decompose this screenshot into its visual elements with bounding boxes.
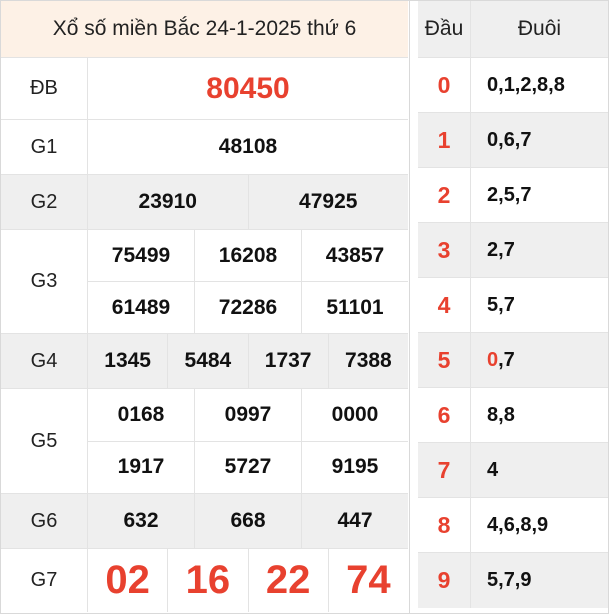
loto-row: 6 8, 8: [418, 388, 608, 443]
loto-duoi: 4, 6,8,9: [471, 498, 608, 552]
loto-duoi: 0, 6,7: [471, 113, 608, 167]
loto-duoi-rest: 7: [503, 293, 515, 316]
loto-duoi-rest: 5,7: [503, 183, 532, 206]
loto-dau: 9: [418, 553, 471, 608]
loto-duoi-rest: 7: [503, 238, 515, 261]
loto-dau: 5: [418, 333, 471, 387]
loto-dau: 7: [418, 443, 471, 497]
prize-number: 74: [327, 549, 408, 612]
prize-number: 668: [194, 494, 301, 548]
loto-duoi-rest: 1,2,8,8: [503, 73, 565, 96]
loto-duoi-rest: 6,8,9: [503, 513, 549, 536]
prize-number: 5727: [194, 441, 301, 493]
loto-header-duoi: Đuôi: [517, 17, 562, 40]
prize-row-g6: G6 632 668 447: [1, 494, 408, 549]
prize-label: G4: [1, 334, 88, 388]
loto-table: Đầu Đuôi 0 0, 1,2,8,8 1 0, 6,7 2 2, 5,7 3 2, 7 4 5, 7 5…: [418, 1, 608, 608]
loto-duoi-first: 2,: [487, 183, 504, 206]
prize-number: 16: [167, 549, 247, 612]
loto-row: 0 0, 1,2,8,8: [418, 58, 608, 113]
loto-duoi: 2, 7: [471, 223, 608, 277]
loto-duoi-first: 0,: [487, 73, 504, 96]
prize-number: 447: [301, 494, 408, 548]
loto-dau: 4: [418, 278, 471, 332]
prize-label: G6: [1, 494, 88, 548]
loto-duoi-first: 4: [487, 458, 499, 481]
loto-row: 2 2, 5,7: [418, 168, 608, 223]
prize-row-g3: G3 75499 16208 43857 61489 72286 51101: [1, 230, 408, 334]
loto-dau: 0: [418, 58, 471, 112]
loto-dau: 8: [418, 498, 471, 552]
prize-number: 02: [105, 558, 150, 602]
loto-duoi-first: 2,: [487, 238, 504, 261]
results-table: Xổ số miền Bắc 24-1-2025 thứ 6 ĐB 80450 …: [1, 1, 408, 612]
prize-row-g7: G7 02 16 22 74: [1, 549, 408, 612]
prize-number: 0997: [194, 389, 301, 441]
prize-row-g4: G4 1345 5484 1737 7388: [1, 334, 408, 389]
loto-duoi-rest: 8: [503, 403, 515, 426]
loto-duoi: 0, 1,2,8,8: [471, 58, 608, 112]
loto-duoi-rest: 6,7: [503, 128, 532, 151]
loto-duoi-first: 4,: [487, 513, 504, 536]
prize-number: 51101: [301, 282, 408, 333]
prize-number: 16208: [194, 230, 301, 281]
prize-number: 0000: [301, 389, 408, 441]
loto-dau: 2: [418, 168, 471, 222]
page-title: Xổ số miền Bắc 24-1-2025 thứ 6: [1, 1, 408, 58]
prize-row-g2: G2 23910 47925: [1, 175, 408, 230]
prize-number: 80450: [206, 71, 290, 105]
loto-duoi: 5, 7,9: [471, 553, 608, 608]
prize-label: ĐB: [1, 58, 88, 119]
prize-number: 22: [247, 549, 328, 612]
loto-dau: 3: [418, 223, 471, 277]
loto-duoi-first: 0: [487, 348, 499, 371]
prize-label: G5: [1, 389, 88, 493]
loto-duoi: 2, 5,7: [471, 168, 608, 222]
prize-number: 632: [123, 509, 159, 532]
loto-duoi: 0,7: [471, 333, 608, 387]
loto-duoi-rest: 7,9: [503, 569, 532, 591]
loto-duoi: 8, 8: [471, 388, 608, 442]
prize-number: 47925: [247, 175, 409, 229]
prize-number: 1737: [247, 334, 328, 388]
prize-number: 72286: [194, 282, 301, 333]
loto-duoi: 4: [471, 443, 608, 497]
loto-row: 9 5, 7,9: [418, 553, 608, 608]
loto-row: 4 5, 7: [418, 278, 608, 333]
loto-duoi-first: 0,: [487, 128, 504, 151]
prize-label: G2: [1, 175, 88, 229]
loto-duoi-first: 5,: [487, 569, 504, 591]
prize-number: 43857: [301, 230, 408, 281]
prize-number: 9195: [301, 441, 408, 493]
prize-number: 0168: [117, 402, 165, 426]
prize-row-g1: G1 48108: [1, 120, 408, 175]
prize-number: 75499: [111, 243, 171, 267]
loto-row: 1 0, 6,7: [418, 113, 608, 168]
prize-number: 7388: [327, 334, 408, 388]
prize-number: 48108: [218, 135, 278, 158]
loto-row: 5 0,7: [418, 333, 608, 388]
loto-row: 8 4, 6,8,9: [418, 498, 608, 553]
prize-number: 1917: [117, 455, 165, 479]
loto-duoi-rest: ,7: [498, 348, 515, 371]
table-divider: [409, 0, 410, 614]
loto-duoi: 5, 7: [471, 278, 608, 332]
prize-label: G7: [1, 549, 88, 612]
loto-row: 74: [418, 443, 608, 498]
loto-dau: 1: [418, 113, 471, 167]
prize-number: 5484: [167, 334, 247, 388]
prize-number: 61489: [111, 295, 171, 319]
prize-number: 1345: [104, 349, 151, 372]
loto-duoi-first: 5,: [487, 293, 504, 316]
loto-header-dau: Đầu: [418, 1, 471, 57]
loto-duoi-first: 8,: [487, 403, 504, 426]
loto-row: 3 2, 7: [418, 223, 608, 278]
prize-row-g5: G5 0168 0997 0000 1917 5727 9195: [1, 389, 408, 494]
prize-label: G1: [1, 120, 88, 174]
prize-number: 23910: [138, 190, 197, 213]
loto-header: Đầu Đuôi: [418, 1, 608, 58]
prize-label: G3: [1, 230, 88, 333]
prize-row-db: ĐB 80450: [1, 58, 408, 120]
loto-dau: 6: [418, 388, 471, 442]
